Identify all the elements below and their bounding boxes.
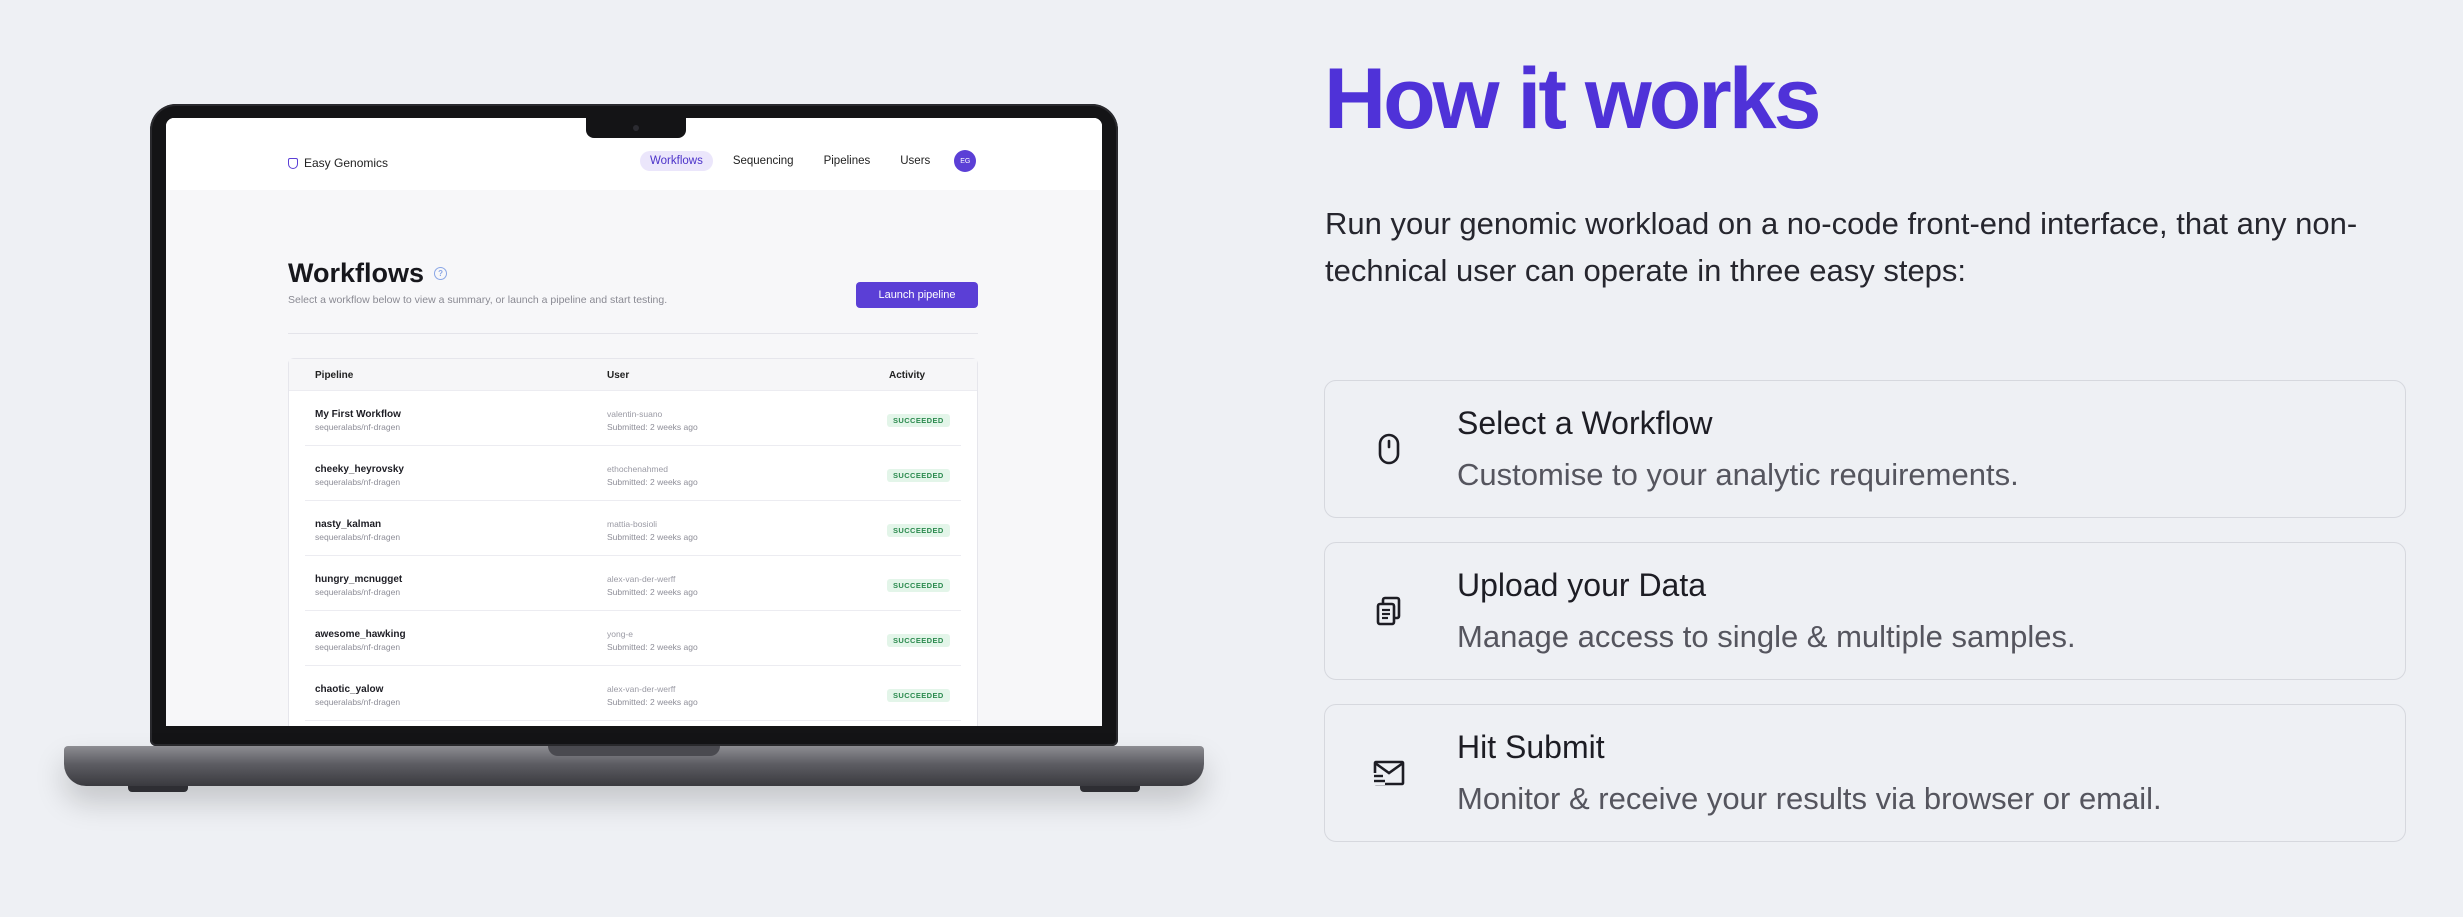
status-badge: SUCCEEDED [887,469,950,482]
table-row[interactable]: nasty_kalman sequeralabs/nf-dragen matti… [305,501,961,556]
step-description: Monitor & receive your results via brows… [1457,781,2162,816]
step-card-select-workflow: Select a Workflow Customise to your anal… [1324,380,2406,518]
mouse-icon [1371,431,1407,467]
documents-icon [1371,593,1407,629]
workflow-name: awesome_hawking [315,629,406,640]
step-card-upload-data: Upload your Data Manage access to single… [1324,542,2406,680]
launch-pipeline-button[interactable]: Launch pipeline [856,282,978,308]
workflow-submitted: Submitted: 2 weeks ago [607,697,698,707]
status-badge: SUCCEEDED [887,414,950,427]
workflow-submitted: Submitted: 2 weeks ago [607,587,698,597]
laptop-lid: Easy Genomics Workflows Sequencing Pipel… [150,104,1118,746]
table-header: Pipeline User Activity [289,359,977,391]
workflow-user: mattia-bosioli [607,519,658,529]
camera-icon [633,125,639,131]
step-description: Manage access to single & multiple sampl… [1457,619,2076,654]
step-description: Customise to your analytic requirements. [1457,457,2019,492]
table-row[interactable]: cheeky_heyrovsky sequeralabs/nf-dragen e… [305,446,961,501]
avatar[interactable]: EG [954,150,977,172]
app-nav-links: Workflows Sequencing Pipelines Users EG [640,150,977,172]
workflow-name: My First Workflow [315,409,401,420]
page-subtitle: Select a workflow below to view a summar… [288,294,668,306]
brand-logo[interactable]: Easy Genomics [288,156,388,170]
workflow-user: alex-van-der-werff [607,684,676,694]
laptop-foot [1080,786,1140,792]
workflow-user: alex-van-der-werff [607,574,676,584]
workflow-pipeline: sequeralabs/nf-dragen [315,532,401,542]
step-title: Hit Submit [1457,729,1605,765]
workflow-user: valentin-suano [607,409,663,419]
column-header-pipeline[interactable]: Pipeline [315,370,353,381]
workflow-pipeline: sequeralabs/nf-dragen [315,477,401,487]
laptop-foot [128,786,188,792]
step-title: Select a Workflow [1457,405,1713,441]
nav-pipelines[interactable]: Pipelines [814,151,881,171]
laptop-mockup: Easy Genomics Workflows Sequencing Pipel… [64,104,1204,794]
section-intro: Run your genomic workload on a no-code f… [1325,206,2358,288]
workflow-name: nasty_kalman [315,519,382,530]
send-mail-icon [1371,755,1407,791]
workflow-pipeline: sequeralabs/nf-dragen [315,697,401,707]
workflow-pipeline: sequeralabs/nf-dragen [315,642,401,652]
workflow-pipeline: sequeralabs/nf-dragen [315,587,401,597]
status-badge: SUCCEEDED [887,524,950,537]
brand-name: Easy Genomics [304,156,389,170]
workflow-name: hungry_mcnugget [315,574,403,585]
column-header-activity[interactable]: Activity [889,370,925,381]
workflow-submitted: Submitted: 2 weeks ago [607,422,698,432]
laptop-base-notch [548,746,720,756]
step-card-hit-submit: Hit Submit Monitor & receive your result… [1324,704,2406,842]
nav-workflows[interactable]: Workflows [640,151,713,171]
camera-notch [586,118,686,138]
workflow-submitted: Submitted: 2 weeks ago [607,642,698,652]
workflow-name: cheeky_heyrovsky [315,464,404,475]
step-title: Upload your Data [1457,567,1707,603]
workflow-submitted: Submitted: 2 weeks ago [607,477,698,487]
table-row[interactable]: chaotic_yalow sequeralabs/nf-dragen alex… [305,666,961,721]
table-row[interactable]: My First Workflow sequeralabs/nf-dragen … [305,391,961,446]
laptop-screen: Easy Genomics Workflows Sequencing Pipel… [166,118,1102,726]
divider [288,333,978,334]
workflow-user: ethochenahmed [607,464,668,474]
nav-sequencing[interactable]: Sequencing [723,151,804,171]
column-header-user[interactable]: User [607,370,629,381]
workflow-name: chaotic_yalow [315,684,384,695]
workflows-table: Pipeline User Activity My First Workflow… [288,358,978,726]
workflow-pipeline: sequeralabs/nf-dragen [315,422,401,432]
workflow-submitted: Submitted: 2 weeks ago [607,532,698,542]
status-badge: SUCCEEDED [887,689,950,702]
page-title-text: Workflows [288,258,425,288]
page-title: Workflows ? [288,258,448,289]
help-icon[interactable]: ? [434,267,448,280]
section-title: How it works [1324,51,1821,147]
laptop-base [64,746,1204,786]
table-row[interactable]: hungry_mcnugget sequeralabs/nf-dragen al… [305,556,961,611]
status-badge: SUCCEEDED [887,579,950,592]
shield-icon [288,157,298,169]
workflow-user: yong-e [607,629,633,639]
table-row[interactable]: awesome_hawking sequeralabs/nf-dragen yo… [305,611,961,666]
nav-users[interactable]: Users [890,151,940,171]
status-badge: SUCCEEDED [887,634,950,647]
